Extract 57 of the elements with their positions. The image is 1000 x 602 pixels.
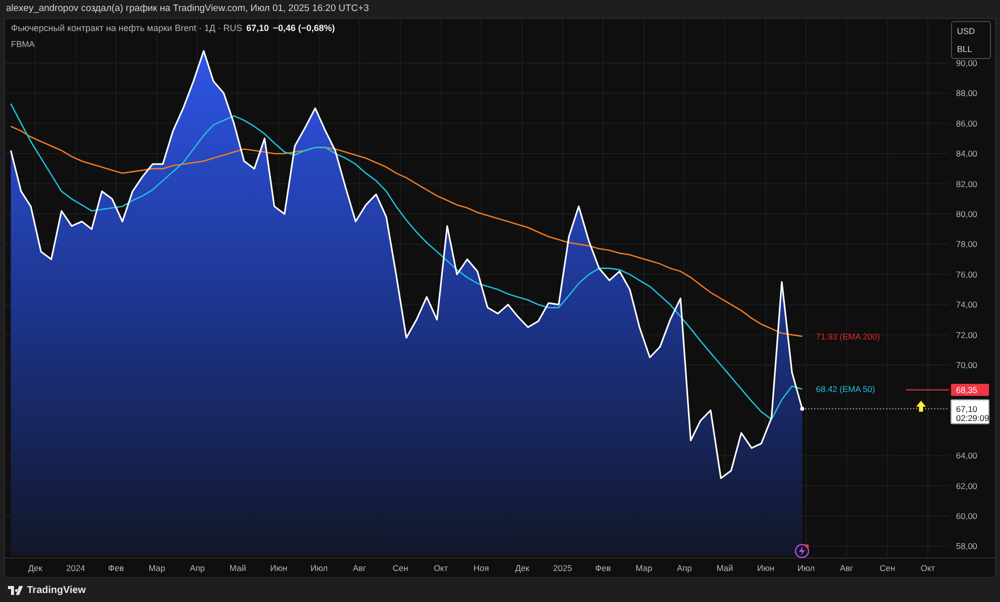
indicator-label: 71.93 (EMA 200) [816, 331, 880, 342]
time-axis-label: Мар [636, 563, 652, 573]
symbol-title: Фьючерсный контракт на нефть марки Brent · 1Д · RUS [11, 22, 242, 35]
time-axis-label: 2024 [66, 563, 86, 573]
time-axis-label: Дек [28, 563, 42, 573]
time-axis-label: Фев [595, 563, 611, 573]
time-axis-label: Май [716, 563, 734, 573]
price-axis-label: 72,00 [956, 330, 978, 340]
time-axis-label: Авг [840, 563, 854, 573]
time-axis-label: Июн [757, 563, 774, 573]
price-tag [950, 399, 990, 424]
price-axis-label: 64,00 [956, 450, 978, 461]
up-arrow-icon[interactable] [916, 400, 926, 412]
price-axis-label: 90,00 [956, 58, 978, 68]
time-axis-label: Ноя [474, 563, 489, 573]
logo-text: TradingView [27, 584, 86, 598]
time-axis-label: Фев [108, 563, 124, 573]
time-axis-label: 2025 [553, 563, 572, 573]
time-axis-label: Окт [434, 563, 448, 573]
time-axis-label: Сен [392, 563, 408, 573]
price-axis-label: 86,00 [956, 118, 978, 128]
time-axis-label: Апр [190, 563, 205, 573]
price-axis-label: 84,00 [956, 148, 978, 159]
price-axis-label: 58,00 [956, 541, 978, 552]
indicator-name: FBMA [11, 38, 36, 50]
time-axis-label: Сен [880, 563, 896, 573]
price-axis-label: 88,00 [956, 88, 978, 98]
current-price: 67,10 [956, 404, 978, 414]
price-axis-label: 62,00 [956, 480, 978, 491]
price-axis-label: 74,00 [956, 300, 978, 310]
time-axis-label: Июл [797, 563, 815, 573]
price-axis-label: 80,00 [956, 208, 978, 219]
last-point-marker [800, 406, 804, 411]
price-axis-label: 78,00 [956, 239, 978, 250]
alert-price-tag [951, 384, 989, 396]
logo-icon [8, 586, 24, 594]
price-axis-label: 82,00 [956, 178, 978, 189]
bar-countdown: 02:29:09 [956, 412, 990, 423]
lightning-icon[interactable] [794, 544, 810, 558]
time-axis-label: Авг [352, 563, 366, 573]
time-axis-label: Апр [676, 563, 692, 573]
alert-line[interactable] [906, 389, 950, 390]
price-axis-label: 76,00 [956, 269, 978, 280]
last-price: 67,10 [246, 22, 269, 35]
price-change: −0,46 (−0,68%) [272, 22, 335, 35]
price-axis-label: 70,00 [956, 360, 978, 370]
price-axis-label: 60,00 [956, 510, 978, 521]
time-axis-label: Мар [148, 563, 166, 573]
alert-price-label: 68,35 [956, 384, 978, 395]
time-axis-label: Май [229, 563, 246, 573]
time-axis-label: Окт [920, 563, 935, 573]
time-axis-label: Июн [270, 563, 288, 573]
time-axis-label: Дек [515, 563, 530, 573]
chart-caption: alexey_andropov создал(а) график на TradingView.com, Июл 01, 2025 16:20 UTC+3 [6, 2, 369, 16]
currency-selector[interactable]: USD BLL [951, 21, 991, 59]
time-axis-label: Июл [310, 563, 328, 573]
indicator-label: 68.42 (EMA 50) [816, 384, 876, 394]
